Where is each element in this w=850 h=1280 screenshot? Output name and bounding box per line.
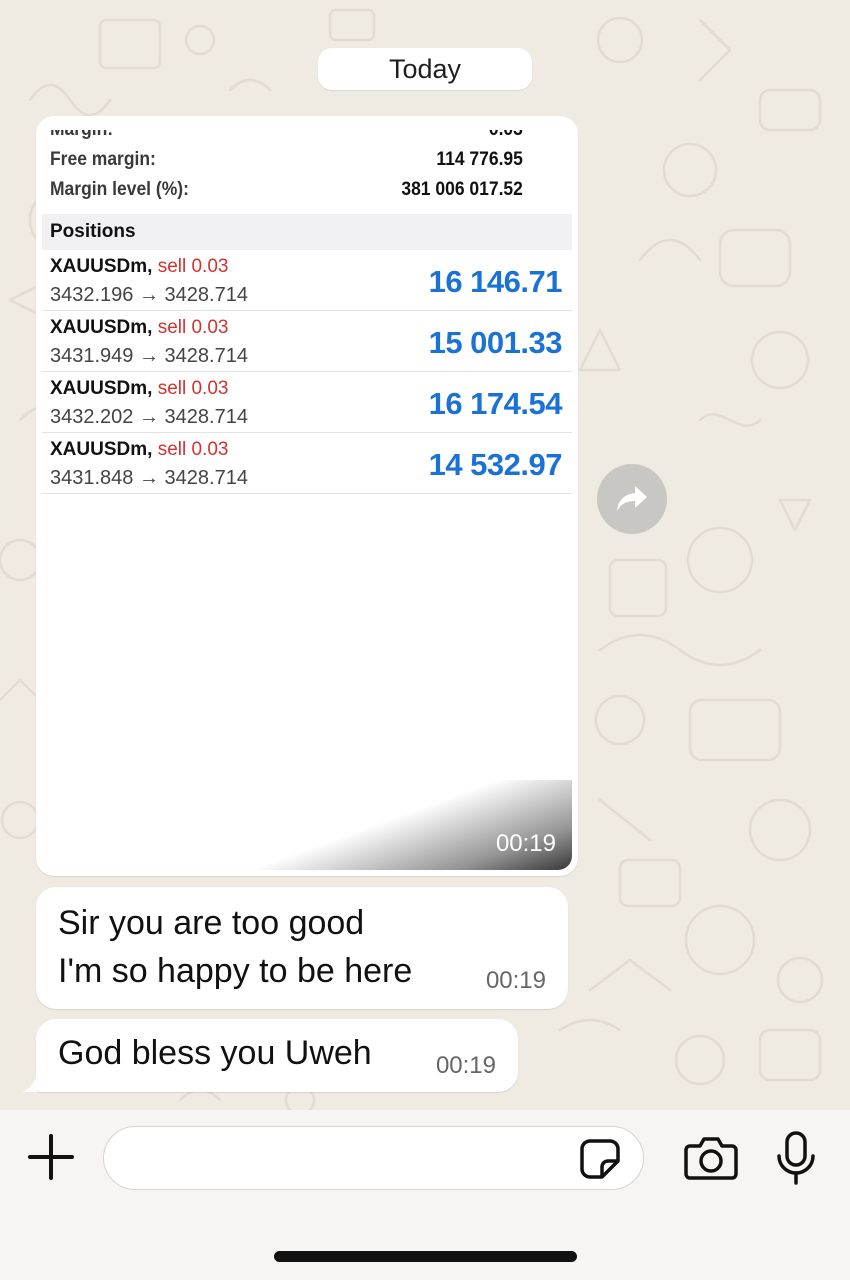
sticker-button[interactable] (578, 1137, 622, 1181)
camera-icon (684, 1137, 738, 1180)
position-symbol: XAUUSDm, sell 0.03 (50, 317, 228, 339)
message-time: 00:19 (485, 967, 546, 994)
position-row: XAUUSDm, sell 0.03 3431.848 → 3428.714 1… (42, 433, 572, 494)
current-price: 3428.714 (164, 284, 248, 306)
position-row: XAUUSDm, sell 0.03 3432.202 → 3428.714 1… (42, 372, 572, 433)
symbol-text: XAUUSDm, (50, 256, 153, 277)
position-prices: 3431.949 → 3428.714 (50, 345, 248, 368)
arrow-icon: → (138, 345, 159, 367)
trading-screenshot[interactable]: Margin: 0.03 Free margin: 114 776.95 Mar… (42, 122, 572, 870)
camera-button[interactable] (684, 1134, 738, 1182)
position-symbol: XAUUSDm, sell 0.03 (50, 256, 228, 278)
open-price: 3431.949 (50, 345, 134, 367)
position-profit: 15 001.33 (428, 325, 563, 360)
home-indicator (274, 1251, 577, 1262)
positions-header-label: Positions (50, 221, 136, 242)
message-time: 00:19 (435, 1052, 496, 1079)
account-row-free-margin: Free margin: 114 776.95 (50, 146, 523, 174)
position-prices: 3432.196 → 3428.714 (50, 284, 248, 307)
message-line: I'm so happy to be here (58, 952, 413, 990)
image-message[interactable]: Margin: 0.03 Free margin: 114 776.95 Mar… (36, 116, 578, 876)
position-side: sell 0.03 (157, 256, 229, 277)
position-side: sell 0.03 (157, 439, 229, 460)
position-prices: 3431.848 → 3428.714 (50, 467, 248, 490)
message-text: Sir you are too good I'm so happy to be … (58, 899, 412, 995)
message-line: Sir you are too good (58, 904, 365, 942)
position-symbol: XAUUSDm, sell 0.03 (50, 439, 228, 461)
current-price: 3428.714 (164, 467, 248, 489)
symbol-text: XAUUSDm, (50, 378, 153, 399)
current-price: 3428.714 (164, 345, 248, 367)
position-row: XAUUSDm, sell 0.03 3432.196 → 3428.714 1… (42, 250, 572, 311)
arrow-icon: → (138, 406, 159, 428)
open-price: 3432.202 (50, 406, 134, 428)
position-side: sell 0.03 (157, 317, 229, 338)
account-value: 381 006 017.52 (401, 179, 523, 200)
microphone-button[interactable] (775, 1130, 817, 1186)
account-row-margin-level: Margin level (%): 381 006 017.52 (50, 176, 523, 204)
open-price: 3432.196 (50, 284, 134, 306)
account-label: Margin: (50, 122, 114, 140)
microphone-icon (777, 1131, 815, 1185)
position-side: sell 0.03 (157, 378, 229, 399)
symbol-text: XAUUSDm, (50, 439, 153, 460)
position-profit: 16 146.71 (428, 264, 563, 299)
plus-icon (28, 1134, 74, 1180)
date-label: Today (388, 53, 462, 84)
arrow-icon: → (138, 467, 159, 489)
account-value: 114 776.95 (436, 149, 523, 170)
attach-button[interactable] (26, 1132, 76, 1182)
message-bubble[interactable]: Sir you are too good I'm so happy to be … (36, 887, 568, 1009)
position-profit: 16 174.54 (428, 386, 563, 421)
positions-header: Positions (42, 214, 572, 250)
current-price: 3428.714 (164, 406, 248, 428)
message-input[interactable] (103, 1126, 644, 1190)
position-row: XAUUSDm, sell 0.03 3431.949 → 3428.714 1… (42, 311, 572, 372)
arrow-icon: → (138, 284, 159, 306)
account-row-margin: Margin: 0.03 (50, 122, 523, 142)
open-price: 3431.848 (50, 467, 134, 489)
forward-icon (617, 486, 647, 511)
symbol-text: XAUUSDm, (50, 317, 153, 338)
sticker-icon (580, 1139, 620, 1179)
date-separator: Today (318, 48, 532, 90)
message-bubble[interactable]: God bless you Uweh 00:19 (36, 1019, 518, 1092)
position-symbol: XAUUSDm, sell 0.03 (50, 378, 228, 400)
image-timestamp: 00:19 (495, 830, 556, 857)
message-text: God bless you Uweh (58, 1034, 372, 1072)
account-label: Margin level (%): (50, 179, 189, 200)
account-value: 0.03 (488, 122, 523, 140)
position-prices: 3432.202 → 3428.714 (50, 406, 248, 429)
forward-button[interactable] (597, 464, 667, 534)
position-profit: 14 532.97 (428, 447, 563, 482)
account-label: Free margin: (50, 149, 156, 170)
